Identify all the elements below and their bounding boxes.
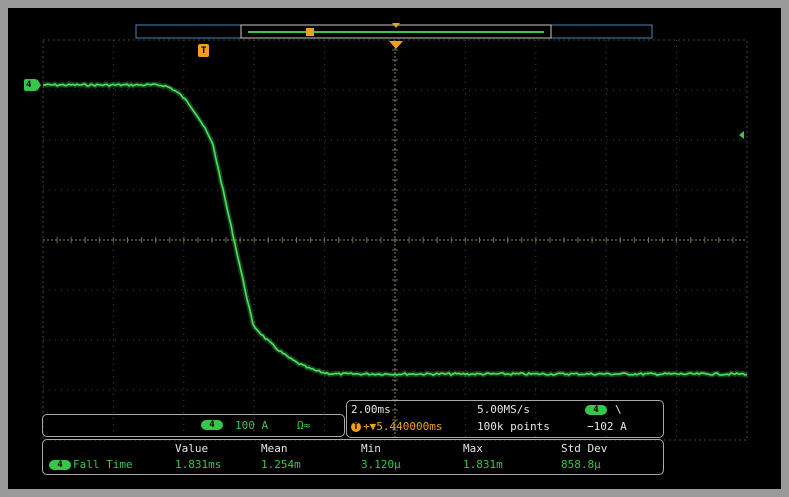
channel-coupling: Ω≈ [297,419,311,432]
measurement-name: Fall Time [73,458,133,471]
horizontal-trigger-panel[interactable]: 2.00ms 5.00MS/s 4 \ T +▼5.440000ms 100k … [346,400,664,438]
header-max: Max [463,442,483,455]
channel-4-badge[interactable]: 4 [201,420,223,430]
header-std-dev: Std Dev [561,442,608,455]
oscilloscope-screen: T 4 4 100 A Ω≈ 2.00ms 5.00MS/s 4 \ T +▼5… [8,8,781,489]
trigger-source-badge[interactable]: 4 [585,405,607,415]
header-mean: Mean [261,442,288,455]
measurement-value: 1.831ms [175,458,222,471]
trigger-position-badge[interactable]: T [351,422,361,432]
channel-status-panel[interactable]: 4 100 A Ω≈ [42,414,345,437]
record-view-bar[interactable] [135,23,653,39]
trigger-level: −102 A [587,420,627,433]
measurement-panel[interactable]: Value Mean Min Max Std Dev 4 Fall Time 1… [42,439,664,475]
trigger-level-marker[interactable] [739,131,744,139]
graticule-grid [42,39,748,441]
record-length: 100k points [477,420,550,433]
measurement-min: 3.120μ [361,458,401,471]
measurement-max: 1.831m [463,458,503,471]
channel-marker-label: 4 [26,80,32,90]
sample-rate: 5.00MS/s [477,403,530,416]
measurement-source-badge[interactable]: 4 [49,460,71,470]
trigger-position-marker[interactable] [198,41,403,57]
horizontal-position: +▼5.440000ms [363,420,443,433]
header-value: Value [175,442,209,455]
measurement-mean: 1.254m [261,458,301,471]
measurement-std-dev: 858.8μ [561,458,601,471]
header-min: Min [361,442,381,455]
time-per-division: 2.00ms [351,403,391,416]
trigger-marker-label: T [201,46,207,56]
falling-edge-icon: \ [615,403,622,416]
channel-scale: 100 A [235,419,269,432]
